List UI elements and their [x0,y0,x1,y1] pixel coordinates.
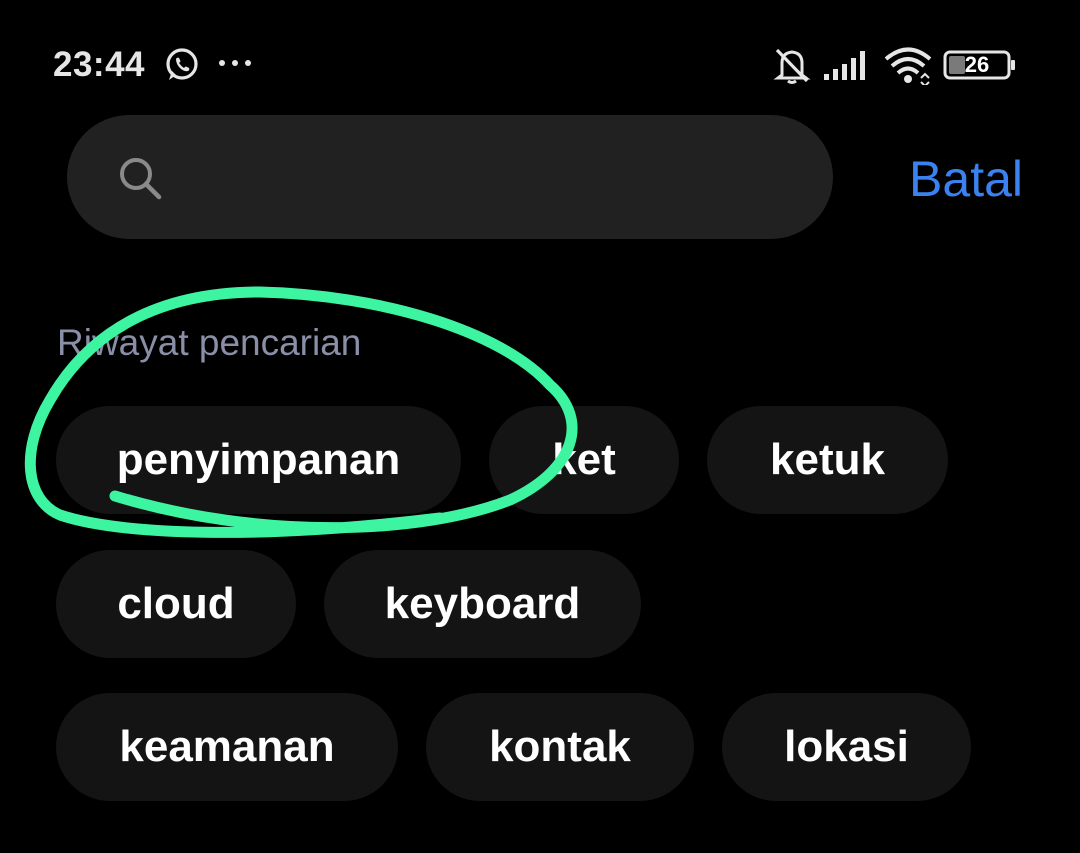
history-chip-label: ketuk [770,435,885,484]
status-time: 23:44 [53,45,146,84]
history-chip-label: keyboard [384,579,581,628]
search-input[interactable] [180,150,804,208]
signal-icon [824,51,865,80]
history-chip-label: penyimpanan [116,435,401,484]
history-chip-label: keamanan [119,722,335,771]
history-chip-penyimpanan[interactable]: penyimpanan [56,406,461,514]
history-chip-keyboard[interactable]: keyboard [324,550,641,658]
history-chip-ketuk[interactable]: ketuk [707,406,948,514]
history-chip-keamanan[interactable]: keamanan [56,693,398,801]
search-screen: 23:44 26 Batal Riwayat pencarian penyimp… [0,0,1080,853]
history-chip-label: kontak [489,722,631,771]
status-bar: 23:44 26 [0,0,1080,130]
bell-mute-icon [773,48,811,84]
history-chip-kontak[interactable]: kontak [426,693,694,801]
search-icon [120,158,162,200]
history-chip-lokasi[interactable]: lokasi [722,693,971,801]
battery-level: 26 [964,52,990,77]
cancel-button[interactable]: Batal [878,148,1023,210]
history-chip-label: cloud [117,579,235,628]
history-chip-label: ket [552,435,616,484]
wifi-icon [884,47,932,85]
history-chip-label: lokasi [784,722,909,771]
whatsapp-icon [166,48,198,80]
history-chip-cloud[interactable]: cloud [56,550,296,658]
more-dots-icon [219,60,251,66]
history-chip-ket[interactable]: ket [489,406,679,514]
search-history-title: Riwayat pencarian [57,322,362,363]
